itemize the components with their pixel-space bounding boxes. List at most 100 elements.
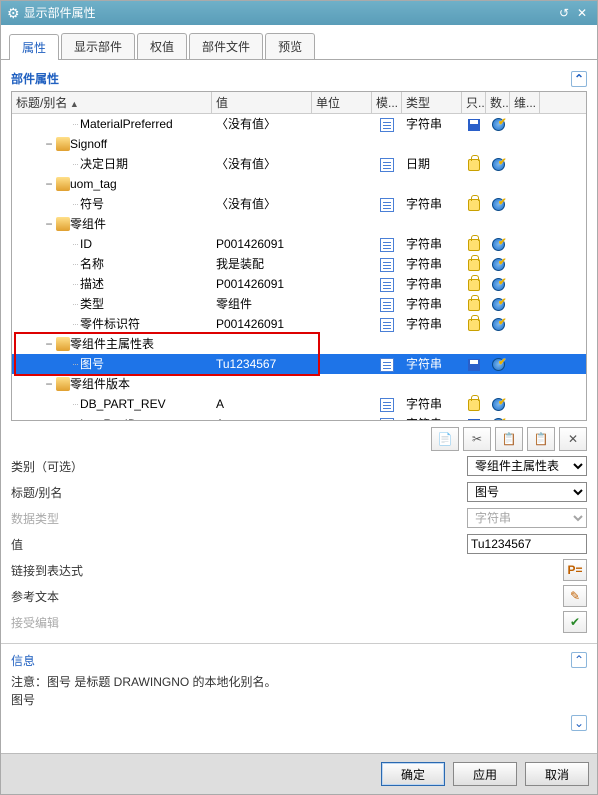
expander-icon[interactable]: − — [42, 214, 56, 234]
lock-icon — [468, 279, 480, 291]
tab-显示部件[interactable]: 显示部件 — [61, 33, 135, 59]
label-datatype: 数据类型 — [11, 510, 101, 527]
globe-icon — [492, 418, 505, 420]
alias-select[interactable]: 图号 — [467, 482, 587, 502]
table-row[interactable]: ···图号Tu1234567字符串 — [12, 354, 586, 374]
chevron-down-icon[interactable]: ⌄ — [571, 715, 587, 731]
reference-text-button[interactable]: ✎ — [563, 585, 587, 607]
folder-icon — [56, 337, 70, 351]
table-row[interactable]: ···名称我是装配字符串 — [12, 254, 586, 274]
row-type: 字符串 — [402, 254, 462, 274]
table-row[interactable]: ···类型零组件字符串 — [12, 294, 586, 314]
link-expression-button[interactable]: P= — [563, 559, 587, 581]
row-value — [212, 374, 312, 394]
col-only[interactable]: 只... — [462, 92, 486, 113]
gear-icon: ⚙ — [7, 1, 20, 25]
row-type: 字符串 — [402, 234, 462, 254]
lock-icon — [468, 199, 480, 211]
table-row[interactable]: ···符号〈没有值〉字符串 — [12, 194, 586, 214]
document-icon — [380, 258, 394, 272]
chevron-up-icon[interactable]: ⌃ — [571, 71, 587, 87]
row-type: 字符串 — [402, 194, 462, 214]
col-name[interactable]: 标题/别名 — [12, 92, 212, 113]
row-name: DB_PART_REV — [80, 394, 166, 414]
col-count[interactable]: 数... — [486, 92, 510, 113]
col-value[interactable]: 值 — [212, 92, 312, 113]
paste-button[interactable]: 📋 — [495, 427, 523, 451]
row-value: 零组件 — [212, 294, 312, 314]
table-row[interactable]: − 零组件主属性表 — [12, 334, 586, 354]
document-icon — [380, 398, 394, 412]
apply-button[interactable]: 应用 — [453, 762, 517, 786]
save-icon — [468, 359, 480, 371]
document-icon — [380, 238, 394, 252]
expander-icon[interactable]: − — [42, 334, 56, 354]
lock-icon — [468, 319, 480, 331]
table-row[interactable]: − uom_tag — [12, 174, 586, 194]
cut-button[interactable]: ✂ — [463, 427, 491, 451]
row-type — [402, 374, 462, 394]
col-unit[interactable]: 单位 — [312, 92, 372, 113]
col-mode[interactable]: 模... — [372, 92, 402, 113]
close-button[interactable]: ✕ — [573, 1, 591, 25]
globe-icon — [492, 118, 505, 131]
accept-edit-button[interactable]: ✔ — [563, 611, 587, 633]
row-value — [212, 214, 312, 234]
label-reftext: 参考文本 — [11, 588, 101, 605]
table-row[interactable]: − 零组件 — [12, 214, 586, 234]
expander-icon[interactable]: − — [42, 174, 56, 194]
lock-icon — [468, 299, 480, 311]
lock-icon — [468, 399, 480, 411]
table-row[interactable]: − 零组件版本 — [12, 374, 586, 394]
globe-icon — [492, 238, 505, 251]
col-dim[interactable]: 维... — [510, 92, 540, 113]
folder-icon — [56, 377, 70, 391]
document-icon — [380, 278, 394, 292]
table-row[interactable]: ···零件标识符P001426091字符串 — [12, 314, 586, 334]
folder-icon — [56, 177, 70, 191]
row-name: 零件标识符 — [80, 314, 140, 334]
tab-属性[interactable]: 属性 — [9, 34, 59, 60]
chevron-up-icon[interactable]: ⌃ — [571, 652, 587, 668]
row-type: 字符串 — [402, 414, 462, 420]
cancel-button[interactable]: 取消 — [525, 762, 589, 786]
label-category: 类别（可选） — [11, 458, 101, 475]
tab-权值[interactable]: 权值 — [137, 33, 187, 59]
document-icon — [380, 418, 394, 420]
label-accept: 接受编辑 — [11, 614, 101, 631]
table-row[interactable]: ···决定日期〈没有值〉日期 — [12, 154, 586, 174]
document-icon — [380, 298, 394, 312]
expander-icon[interactable]: − — [42, 374, 56, 394]
row-type: 日期 — [402, 154, 462, 174]
table-row[interactable]: ···ItemRevIDA字符串 — [12, 414, 586, 420]
table-row[interactable]: ···DB_PART_REVA字符串 — [12, 394, 586, 414]
delete-button[interactable]: ✕ — [559, 427, 587, 451]
document-icon — [380, 318, 394, 332]
document-icon — [380, 118, 394, 132]
ok-button[interactable]: 确定 — [381, 762, 445, 786]
row-value: P001426091 — [212, 314, 312, 334]
paste-append-button[interactable]: 📋 — [527, 427, 555, 451]
reset-button[interactable]: ↺ — [555, 1, 573, 25]
col-type[interactable]: 类型 — [402, 92, 462, 113]
folder-icon — [56, 217, 70, 231]
row-name: Signoff — [70, 134, 107, 154]
expander-icon[interactable]: − — [42, 134, 56, 154]
row-value: 〈没有值〉 — [212, 194, 312, 214]
row-value: P001426091 — [212, 274, 312, 294]
tab-预览[interactable]: 预览 — [265, 33, 315, 59]
table-row[interactable]: ···描述P001426091字符串 — [12, 274, 586, 294]
copy-button[interactable]: 📄 — [431, 427, 459, 451]
row-name: 类型 — [80, 294, 104, 314]
table-row[interactable]: − Signoff — [12, 134, 586, 154]
label-link: 链接到表达式 — [11, 562, 101, 579]
table-row[interactable]: ···IDP001426091字符串 — [12, 234, 586, 254]
tab-部件文件[interactable]: 部件文件 — [189, 33, 263, 59]
table-row[interactable]: ···MaterialPreferred〈没有值〉字符串 — [12, 114, 586, 134]
category-select[interactable]: 零组件主属性表 — [467, 456, 587, 476]
tree-header: 标题/别名 值 单位 模... 类型 只... 数... 维... — [12, 92, 586, 114]
value-input[interactable] — [467, 534, 587, 554]
save-icon — [468, 419, 480, 420]
label-value: 值 — [11, 536, 101, 553]
row-value: P001426091 — [212, 234, 312, 254]
